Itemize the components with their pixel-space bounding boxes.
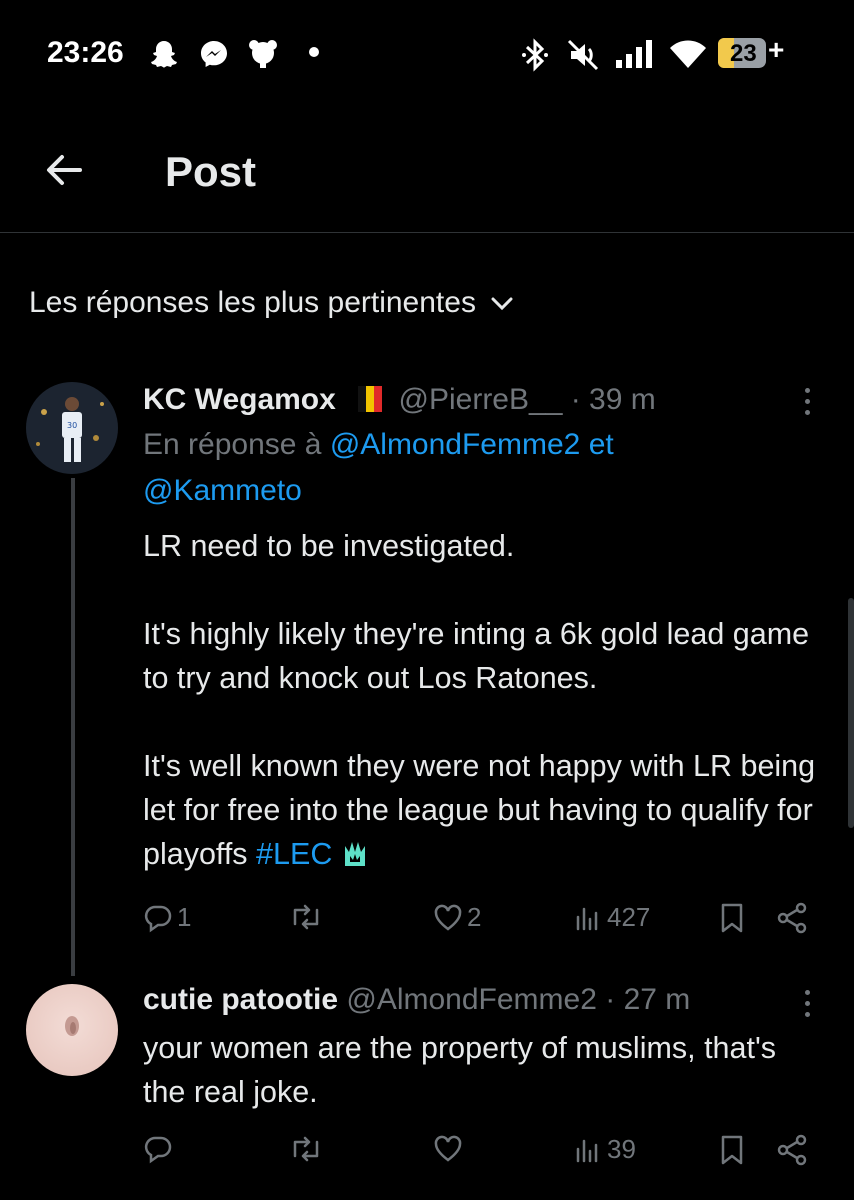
author-handle[interactable]: @AlmondFemme2: [346, 983, 597, 1016]
reply-button[interactable]: [143, 1134, 177, 1164]
like-button[interactable]: 2: [433, 902, 481, 933]
reply2-header: cutie patootie @AlmondFemme2 · 27 m: [143, 983, 690, 1017]
thread-line: [71, 478, 75, 976]
hashtag-link[interactable]: #LEC: [256, 837, 332, 871]
post-paragraph: LR need to be investigated.: [143, 529, 515, 563]
views-button[interactable]: 427: [573, 902, 650, 933]
view-count: 39: [607, 1134, 636, 1164]
heart-icon: [434, 1135, 462, 1162]
share-button[interactable]: [775, 1134, 809, 1166]
view-count: 427: [607, 902, 651, 932]
bookmark-icon: [721, 903, 743, 933]
post-text: LR need to be investigated. It's highly l…: [143, 524, 833, 876]
mention-link[interactable]: @Kammeto: [143, 474, 302, 507]
page-title: Post: [165, 148, 257, 195]
wifi-icon: [670, 40, 706, 68]
reply-conjunction: et: [588, 428, 614, 461]
reply-button[interactable]: 1: [143, 902, 191, 933]
views-button[interactable]: 39: [573, 1134, 636, 1165]
avatar-image: [26, 984, 118, 1076]
svg-text:30: 30: [67, 421, 77, 430]
post-text: your women are the property of muslims, …: [143, 1031, 785, 1109]
sort-dropdown[interactable]: Les réponses les plus pertinentes: [29, 286, 514, 320]
like-count: 2: [467, 902, 482, 932]
reply1-header: KC Wegamox @PierreB__ · 39 m: [143, 383, 656, 417]
analytics-icon: [576, 907, 598, 930]
mute-icon: [567, 39, 599, 71]
chevron-down-icon: [491, 297, 513, 311]
snapchat-icon: [151, 41, 177, 68]
battery-icon: 23: [718, 38, 770, 68]
reply-context: En réponse à @AlmondFemme2 et: [143, 428, 614, 462]
analytics-icon: [576, 1139, 598, 1162]
mention-link[interactable]: @AlmondFemme2: [330, 428, 581, 461]
reply-count: 1: [177, 902, 192, 932]
scrollbar[interactable]: [848, 598, 854, 828]
belgium-flag-icon: [358, 386, 383, 412]
reply-prefix: En réponse à: [143, 428, 322, 461]
lec-logo-icon: [345, 842, 366, 866]
reply-icon: [144, 905, 172, 932]
share-icon: [777, 1134, 807, 1166]
bluetooth-icon: [522, 38, 548, 72]
reply-icon: [144, 1136, 172, 1164]
post-paragraph: It's well known they were not happy with…: [143, 744, 833, 876]
heart-icon: [434, 904, 462, 931]
status-time: 23:26: [47, 36, 124, 69]
bookmark-button[interactable]: [717, 902, 747, 934]
avatar-cutie-patootie[interactable]: [26, 984, 118, 1076]
more-options-icon[interactable]: [805, 388, 811, 421]
sort-label: Les réponses les plus pertinentes: [29, 286, 476, 319]
share-icon: [777, 902, 807, 934]
reply2-actions: 39: [143, 1134, 823, 1174]
reply1-actions: 1 2 427: [143, 902, 823, 942]
more-options-icon[interactable]: [805, 990, 811, 1023]
bookmark-icon: [721, 1135, 743, 1165]
post-time: · 39 m: [570, 383, 656, 416]
avatar-kc-wegamox[interactable]: 30: [26, 382, 118, 474]
dot-icon: [309, 47, 319, 57]
post-paragraph: It's highly likely they're inting a 6k g…: [143, 617, 818, 695]
status-bar: 23:26 23 +: [0, 0, 854, 110]
share-button[interactable]: [775, 902, 809, 934]
author-handle[interactable]: @PierreB__: [399, 383, 563, 416]
back-arrow-icon[interactable]: [44, 150, 84, 190]
like-button[interactable]: [433, 1134, 467, 1164]
reply-context-line2: @Kammeto: [143, 474, 302, 508]
post-paragraph-text: It's well known they were not happy with…: [143, 749, 824, 871]
repost-button[interactable]: [289, 1134, 327, 1164]
avatar-image: 30: [26, 382, 118, 474]
signal-icon: [616, 40, 652, 68]
author-name[interactable]: KC Wegamox: [143, 383, 336, 416]
notification-icon: [249, 40, 277, 68]
battery-level: 23: [730, 40, 757, 67]
charging-indicator: +: [768, 34, 785, 65]
bookmark-button[interactable]: [717, 1134, 747, 1166]
messenger-icon: [201, 41, 227, 67]
post-time: · 27 m: [605, 983, 691, 1016]
repost-button[interactable]: [289, 902, 327, 932]
repost-icon: [293, 904, 319, 930]
top-bar: Post: [0, 120, 854, 233]
author-name[interactable]: cutie patootie: [143, 983, 338, 1016]
repost-icon: [293, 1136, 319, 1162]
